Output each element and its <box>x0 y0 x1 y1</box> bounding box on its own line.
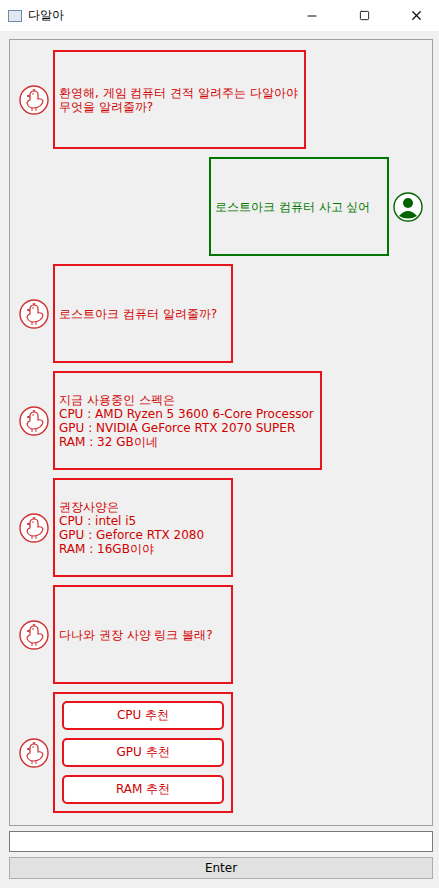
message-row: 지금 사용중인 스펙은 CPU : AMD Ryzen 5 3600 6-Cor… <box>19 371 423 470</box>
app-window: 다알아환영해, 게임 컴퓨터 견적 알려주는 다알아야 무엇을 알려줄까?로스트… <box>0 0 439 888</box>
message-row: 권장사양은 CPU : intel i5 GPU : Geforce RTX 2… <box>19 478 423 577</box>
user-bubble: 로스트아크 컴퓨터 사고 싶어 <box>209 157 389 256</box>
chicken-icon <box>19 738 49 768</box>
bot-bubble: 다나와 권장 사양 링크 볼래? <box>53 585 233 684</box>
chicken-icon <box>19 85 49 115</box>
window-title: 다알아 <box>28 7 283 24</box>
chicken-icon <box>19 620 49 650</box>
title-bar: 다알아 <box>0 0 439 31</box>
content: 환영해, 게임 컴퓨터 견적 알려주는 다알아야 무엇을 알려줄까?로스트아크 … <box>0 31 439 888</box>
app-icon <box>8 10 22 22</box>
bot-bubble: 지금 사용중인 스펙은 CPU : AMD Ryzen 5 3600 6-Cor… <box>53 371 322 470</box>
user-icon <box>393 192 423 222</box>
chat-panel: 환영해, 게임 컴퓨터 견적 알려주는 다알아야 무엇을 알려줄까?로스트아크 … <box>9 39 433 826</box>
enter-button[interactable]: Enter <box>9 857 433 879</box>
minimize-icon <box>305 9 319 23</box>
choice-button[interactable]: GPU 추천 <box>62 738 224 767</box>
message-row: 로스트아크 컴퓨터 사고 싶어 <box>19 157 423 256</box>
bot-bubble: 환영해, 게임 컴퓨터 견적 알려주는 다알아야 무엇을 알려줄까? <box>53 50 306 149</box>
button-bubble: CPU 추천 GPU 추천 RAM 추천 <box>53 692 233 813</box>
close-button[interactable] <box>393 0 439 31</box>
choice-button[interactable]: RAM 추천 <box>62 775 224 804</box>
bot-bubble: 로스트아크 컴퓨터 알려줄까? <box>53 264 233 363</box>
maximize-icon <box>359 10 370 21</box>
chicken-icon <box>19 406 49 436</box>
chicken-icon <box>19 299 49 329</box>
message-row: 다나와 권장 사양 링크 볼래? <box>19 585 423 684</box>
choice-button[interactable]: CPU 추천 <box>62 701 224 730</box>
message-row: 로스트아크 컴퓨터 알려줄까? <box>19 264 423 363</box>
message-input[interactable] <box>9 831 433 852</box>
message-row: 환영해, 게임 컴퓨터 견적 알려주는 다알아야 무엇을 알려줄까? <box>19 50 423 149</box>
message-row: CPU 추천 GPU 추천 RAM 추천 <box>19 692 423 813</box>
minimize-button[interactable] <box>289 0 335 31</box>
chicken-icon <box>19 513 49 543</box>
bot-bubble: 권장사양은 CPU : intel i5 GPU : Geforce RTX 2… <box>53 478 233 577</box>
maximize-button[interactable] <box>341 0 387 31</box>
close-icon <box>409 8 424 23</box>
